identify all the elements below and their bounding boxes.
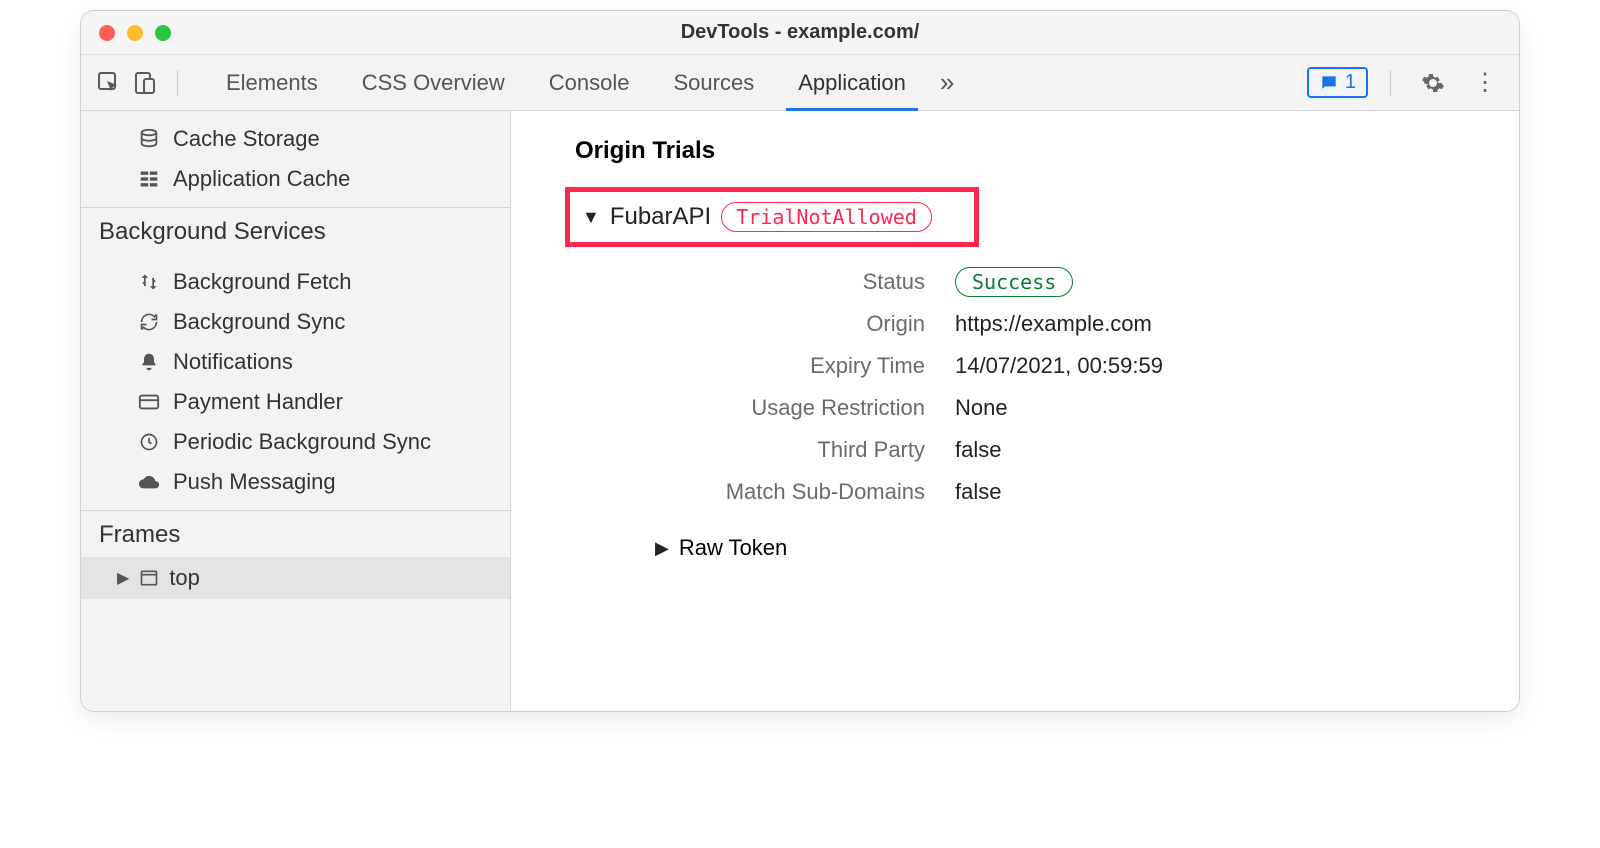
sidebar-item-notifications[interactable]: Notifications xyxy=(81,342,510,382)
tab-console[interactable]: Console xyxy=(527,55,652,111)
frame-label: top xyxy=(169,565,200,591)
issues-badge[interactable]: 1 xyxy=(1307,67,1368,98)
clock-icon xyxy=(137,430,161,454)
toolbar-divider xyxy=(177,70,178,96)
tab-css-overview[interactable]: CSS Overview xyxy=(340,55,527,111)
sidebar: Cache Storage Application Cache Backgrou… xyxy=(81,111,511,711)
collapse-triangle-icon[interactable]: ▼ xyxy=(582,207,600,228)
detail-key: Status xyxy=(655,269,955,295)
detail-key: Third Party xyxy=(655,437,955,463)
updown-arrows-icon xyxy=(137,270,161,294)
sidebar-item-background-sync[interactable]: Background Sync xyxy=(81,302,510,342)
window-icon xyxy=(139,568,159,588)
toolbar-divider xyxy=(1390,70,1391,96)
detail-value: https://example.com xyxy=(955,311,1152,337)
sidebar-item-label: Notifications xyxy=(173,349,293,375)
trial-name: FubarAPI xyxy=(610,203,711,231)
sidebar-item-label: Push Messaging xyxy=(173,469,336,495)
detail-row-status: Status Success xyxy=(655,269,1495,295)
raw-token-label: Raw Token xyxy=(679,535,787,561)
detail-row-origin: Origin https://example.com xyxy=(655,311,1495,337)
expand-triangle-icon[interactable]: ▶ xyxy=(655,538,669,559)
detail-value: false xyxy=(955,437,1001,463)
detail-key: Expiry Time xyxy=(655,353,955,379)
sidebar-item-payment-handler[interactable]: Payment Handler xyxy=(81,382,510,422)
bell-icon xyxy=(137,350,161,374)
detail-value: None xyxy=(955,395,1008,421)
titlebar: DevTools - example.com/ xyxy=(81,11,1519,55)
device-toggle-icon[interactable] xyxy=(131,69,159,97)
sidebar-item-label: Application Cache xyxy=(173,166,350,192)
settings-icon[interactable] xyxy=(1413,71,1453,95)
detail-key: Usage Restriction xyxy=(655,395,955,421)
sidebar-header-background-services: Background Services xyxy=(81,210,510,254)
raw-token-row[interactable]: ▶ Raw Token xyxy=(655,535,1495,561)
main-panel: Origin Trials ▼ FubarAPI TrialNotAllowed… xyxy=(511,111,1519,711)
trial-status-badge: TrialNotAllowed xyxy=(721,202,932,232)
panel-tabs: Elements CSS Overview Console Sources Ap… xyxy=(204,55,1299,111)
sidebar-item-frame-top[interactable]: ▶ top xyxy=(81,557,510,599)
detail-key: Origin xyxy=(655,311,955,337)
cloud-icon xyxy=(137,470,161,494)
detail-row-usage-restriction: Usage Restriction None xyxy=(655,395,1495,421)
maximize-window-button[interactable] xyxy=(155,25,171,41)
sidebar-item-label: Payment Handler xyxy=(173,389,343,415)
trial-details: Status Success Origin https://example.co… xyxy=(655,269,1495,505)
detail-row-match-subdomains: Match Sub-Domains false xyxy=(655,479,1495,505)
toolbar: Elements CSS Overview Console Sources Ap… xyxy=(81,55,1519,111)
grid-icon xyxy=(137,167,161,191)
sidebar-item-push-messaging[interactable]: Push Messaging xyxy=(81,462,510,502)
devtools-window: DevTools - example.com/ Elements CSS Ove… xyxy=(80,10,1520,712)
tab-sources[interactable]: Sources xyxy=(651,55,776,111)
minimize-window-button[interactable] xyxy=(127,25,143,41)
expand-triangle-icon[interactable]: ▶ xyxy=(117,568,129,588)
detail-row-third-party: Third Party false xyxy=(655,437,1495,463)
sidebar-item-label: Background Fetch xyxy=(173,269,352,295)
sidebar-item-cache-storage[interactable]: Cache Storage xyxy=(81,119,510,159)
sidebar-item-label: Periodic Background Sync xyxy=(173,429,431,455)
sidebar-item-label: Cache Storage xyxy=(173,126,320,152)
sync-icon xyxy=(137,310,161,334)
origin-trial-row[interactable]: ▼ FubarAPI TrialNotAllowed xyxy=(565,187,979,247)
sidebar-header-frames: Frames xyxy=(81,513,510,557)
card-icon xyxy=(137,390,161,414)
sidebar-item-label: Background Sync xyxy=(173,309,345,335)
sidebar-item-application-cache[interactable]: Application Cache xyxy=(81,159,510,199)
inspect-element-icon[interactable] xyxy=(95,69,123,97)
detail-value: false xyxy=(955,479,1001,505)
detail-key: Match Sub-Domains xyxy=(655,479,955,505)
sidebar-item-periodic-background-sync[interactable]: Periodic Background Sync xyxy=(81,422,510,462)
tab-elements[interactable]: Elements xyxy=(204,55,340,111)
database-icon xyxy=(137,127,161,151)
window-controls xyxy=(99,25,171,41)
panel-heading: Origin Trials xyxy=(575,137,1495,165)
more-menu-icon[interactable]: ⋮ xyxy=(1465,68,1505,97)
more-tabs-icon[interactable]: » xyxy=(928,67,966,98)
window-title: DevTools - example.com/ xyxy=(681,21,920,44)
issues-count: 1 xyxy=(1345,71,1356,94)
close-window-button[interactable] xyxy=(99,25,115,41)
sidebar-item-background-fetch[interactable]: Background Fetch xyxy=(81,262,510,302)
status-badge: Success xyxy=(955,267,1073,297)
tab-application[interactable]: Application xyxy=(776,55,928,111)
detail-value: 14/07/2021, 00:59:59 xyxy=(955,353,1163,379)
detail-row-expiry: Expiry Time 14/07/2021, 00:59:59 xyxy=(655,353,1495,379)
